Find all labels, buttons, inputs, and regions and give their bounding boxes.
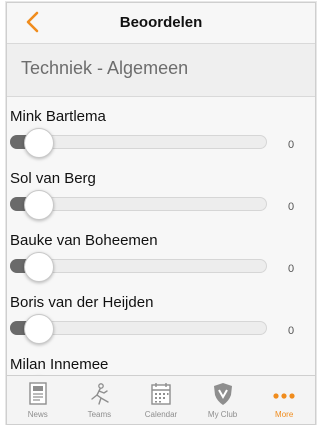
- player-rating-list[interactable]: Mink Bartlema 0 Sol van Berg 0 Bauke van…: [7, 97, 315, 382]
- rating-value: 0: [288, 201, 295, 213]
- tab-label: More: [275, 410, 294, 419]
- player-name: Boris van der Heijden: [10, 294, 154, 311]
- slider-thumb[interactable]: [24, 128, 54, 158]
- player-name: Mink Bartlema: [10, 108, 106, 125]
- slider-thumb[interactable]: [24, 314, 54, 344]
- app-screen: Beoordelen Techniek - Algemeen Mink Bart…: [6, 2, 316, 425]
- rating-slider[interactable]: [10, 314, 267, 344]
- tab-news[interactable]: News: [7, 376, 69, 424]
- rating-slider[interactable]: [10, 190, 267, 220]
- slider-thumb[interactable]: [24, 252, 54, 282]
- more-dots-icon: [273, 393, 295, 399]
- rating-value: 0: [288, 325, 295, 337]
- club-shield-icon: [213, 383, 232, 405]
- player-name: Bauke van Boheemen: [10, 232, 158, 249]
- tab-more[interactable]: More: [253, 376, 315, 424]
- slider-thumb[interactable]: [24, 190, 54, 220]
- teams-icon: [91, 383, 110, 405]
- rating-value: 0: [288, 263, 295, 275]
- player-row: Mink Bartlema 0: [7, 97, 315, 159]
- tab-label: Teams: [87, 410, 112, 419]
- player-row: Boris van der Heijden 0: [7, 283, 315, 345]
- tab-label: News: [27, 410, 48, 419]
- player-row: Bauke van Boheemen 0: [7, 221, 315, 283]
- rating-slider[interactable]: [10, 252, 267, 282]
- tab-calendar[interactable]: Calendar: [130, 376, 192, 424]
- player-name: Milan Innemee: [10, 356, 109, 373]
- category-header: Techniek - Algemeen: [7, 44, 315, 97]
- tab-label: My Club: [207, 410, 238, 419]
- tab-teams[interactable]: Teams: [69, 376, 131, 424]
- tab-bar: News Teams Calendar My Club More: [7, 375, 315, 424]
- calendar-icon: [151, 383, 171, 405]
- tab-my-club[interactable]: My Club: [192, 376, 254, 424]
- news-icon: [29, 382, 47, 405]
- category-title: Techniek - Algemeen: [21, 58, 189, 78]
- player-row: Sol van Berg 0: [7, 159, 315, 221]
- rating-value: 0: [288, 139, 295, 151]
- navigation-bar: Beoordelen: [7, 3, 315, 44]
- player-name: Sol van Berg: [10, 170, 96, 187]
- page-title: Beoordelen: [119, 14, 203, 31]
- rating-slider[interactable]: [10, 128, 267, 158]
- tab-label: Calendar: [144, 410, 178, 419]
